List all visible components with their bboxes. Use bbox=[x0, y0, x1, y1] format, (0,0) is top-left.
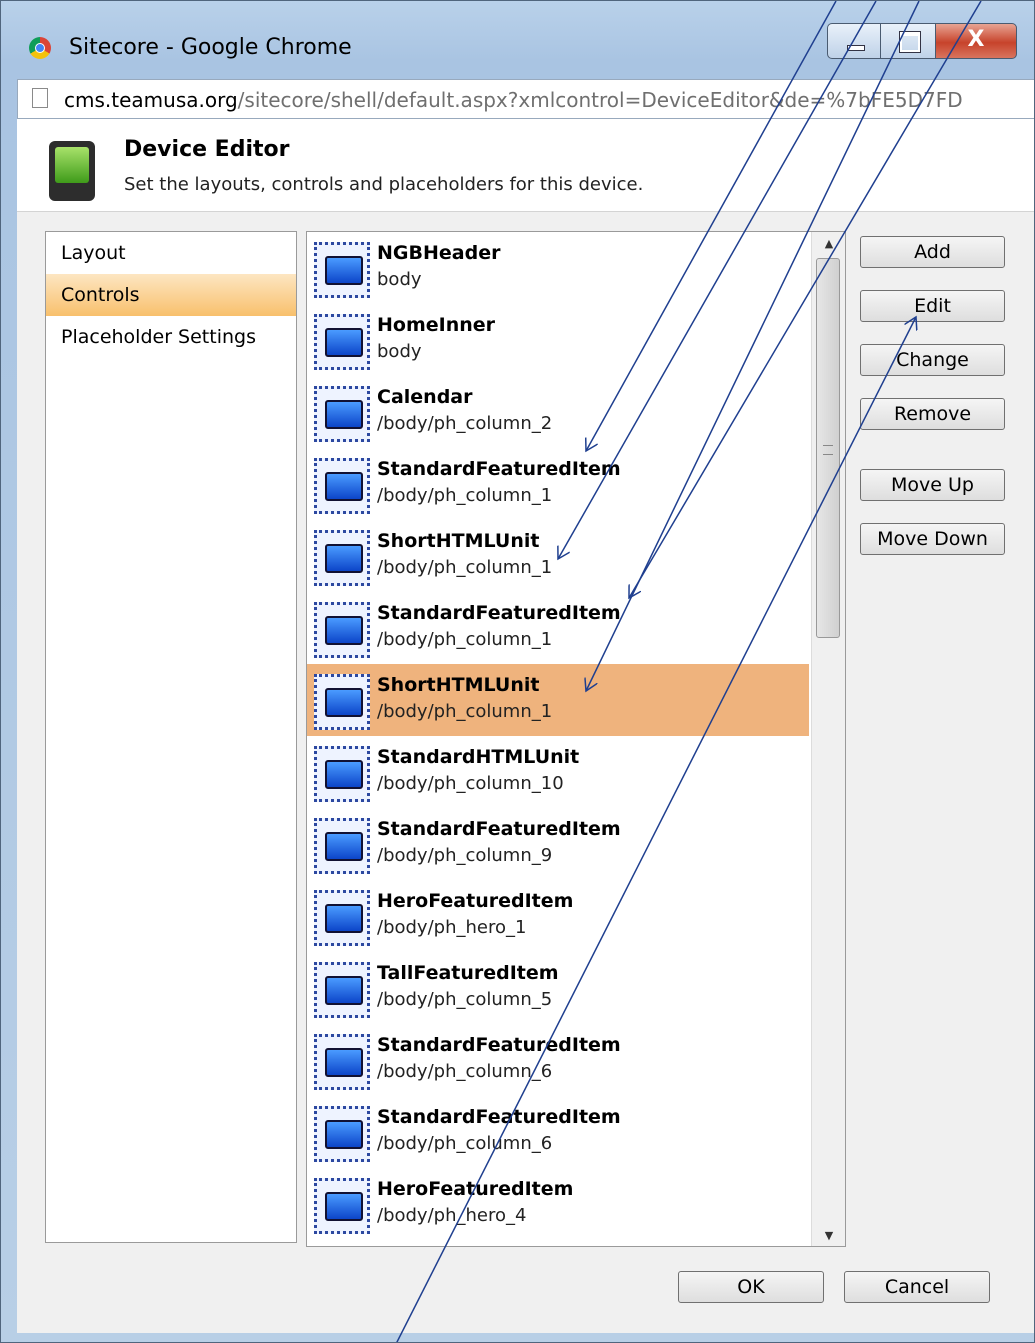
control-name: ShortHTMLUnit bbox=[377, 530, 540, 552]
rendering-icon bbox=[314, 530, 370, 586]
control-row[interactable]: StandardFeaturedItem/body/ph_column_1 bbox=[307, 448, 809, 520]
control-placeholder: /body/ph_column_1 bbox=[377, 557, 553, 578]
control-name: HeroFeaturedItem bbox=[377, 890, 574, 912]
scroll-thumb[interactable] bbox=[816, 258, 840, 638]
add-button[interactable]: Add bbox=[860, 236, 1005, 268]
left-nav: Layout Controls Placeholder Settings bbox=[45, 231, 297, 1243]
url-text[interactable]: cms.teamusa.org/sitecore/shell/default.a… bbox=[64, 88, 963, 112]
cancel-button[interactable]: Cancel bbox=[844, 1271, 990, 1303]
minimize-button[interactable] bbox=[827, 23, 881, 59]
rendering-icon bbox=[314, 674, 370, 730]
control-placeholder: /body/ph_column_5 bbox=[377, 989, 553, 1010]
rendering-icon bbox=[314, 1178, 370, 1234]
remove-button[interactable]: Remove bbox=[860, 398, 1005, 430]
control-row[interactable]: Calendar/body/ph_column_2 bbox=[307, 376, 809, 448]
control-placeholder: /body/ph_column_9 bbox=[377, 845, 553, 866]
scroll-up-arrow-icon[interactable]: ▲ bbox=[812, 232, 845, 256]
browser-window: Sitecore - Google Chrome X cms.teamusa.o… bbox=[0, 0, 1035, 1343]
control-row[interactable]: ShortHTMLUnit/body/ph_column_1 bbox=[307, 520, 809, 592]
control-placeholder: /body/ph_hero_1 bbox=[377, 917, 527, 938]
change-button[interactable]: Change bbox=[860, 344, 1005, 376]
control-row[interactable]: HeroFeaturedItem/body/ph_hero_4 bbox=[307, 1168, 809, 1240]
rendering-icon bbox=[314, 602, 370, 658]
control-name: StandardFeaturedItem bbox=[377, 1034, 621, 1056]
control-row[interactable]: StandardHTMLUnit/body/ph_column_10 bbox=[307, 736, 809, 808]
vertical-scrollbar[interactable]: ▲ ▼ bbox=[811, 232, 845, 1246]
nav-item-controls[interactable]: Controls bbox=[46, 274, 296, 316]
page-icon bbox=[32, 88, 48, 108]
move-down-button[interactable]: Move Down bbox=[860, 523, 1005, 555]
rendering-icon bbox=[314, 242, 370, 298]
control-name: ShortHTMLUnit bbox=[377, 674, 540, 696]
control-name: NGBHeader bbox=[377, 242, 501, 264]
control-placeholder: /body/ph_column_1 bbox=[377, 485, 553, 506]
dialog-title: Device Editor bbox=[124, 137, 290, 162]
control-name: StandardFeaturedItem bbox=[377, 818, 621, 840]
controls-list: NGBHeader body HomeInner body Calendar/body/… bbox=[306, 231, 846, 1247]
control-row[interactable]: HeroFeaturedItem/body/ph_hero_1 bbox=[307, 880, 809, 952]
ok-button[interactable]: OK bbox=[678, 1271, 824, 1303]
dialog-header: Device Editor Set the layouts, controls … bbox=[17, 119, 1034, 212]
device-icon bbox=[49, 141, 95, 201]
control-placeholder: /body/ph_column_6 bbox=[377, 1061, 553, 1082]
maximize-button[interactable] bbox=[880, 23, 936, 59]
rendering-icon bbox=[314, 746, 370, 802]
chrome-logo-icon bbox=[29, 37, 51, 59]
control-name: HeroFeaturedItem bbox=[377, 1178, 574, 1200]
control-name: StandardFeaturedItem bbox=[377, 458, 621, 480]
scroll-grip-icon bbox=[823, 445, 833, 455]
url-path: /sitecore/shell/default.aspx?xmlcontrol=… bbox=[237, 88, 963, 112]
control-placeholder: /body/ph_column_6 bbox=[377, 1133, 553, 1154]
control-name: HomeInner bbox=[377, 314, 496, 336]
control-placeholder: /body/ph_column_10 bbox=[377, 773, 564, 794]
maximize-icon bbox=[899, 31, 921, 53]
rendering-icon bbox=[314, 890, 370, 946]
window-title: Sitecore - Google Chrome bbox=[69, 35, 352, 60]
nav-item-placeholder-settings[interactable]: Placeholder Settings bbox=[46, 316, 296, 358]
control-placeholder: /body/ph_column_2 bbox=[377, 413, 553, 434]
control-row[interactable]: StandardFeaturedItem/body/ph_column_6 bbox=[307, 1024, 809, 1096]
move-up-button[interactable]: Move Up bbox=[860, 469, 1005, 501]
close-icon: X bbox=[967, 27, 985, 52]
control-row[interactable]: StandardFeaturedItem/body/ph_column_6 bbox=[307, 1096, 809, 1168]
rendering-icon bbox=[314, 386, 370, 442]
control-row[interactable]: TallFeaturedItem/body/ph_column_5 bbox=[307, 952, 809, 1024]
close-button[interactable]: X bbox=[935, 23, 1017, 59]
control-name: StandardFeaturedItem bbox=[377, 602, 621, 624]
rendering-icon bbox=[314, 458, 370, 514]
title-bar[interactable]: Sitecore - Google Chrome X bbox=[1, 1, 1034, 75]
control-name: StandardHTMLUnit bbox=[377, 746, 580, 768]
nav-item-layout[interactable]: Layout bbox=[46, 232, 296, 274]
control-placeholder: /body/ph_hero_4 bbox=[377, 1205, 527, 1226]
rendering-icon bbox=[314, 962, 370, 1018]
control-placeholder: /body/ph_column_1 bbox=[377, 629, 553, 650]
url-host: cms.teamusa.org bbox=[64, 88, 238, 112]
rendering-icon bbox=[314, 314, 370, 370]
dialog-content: Device Editor Set the layouts, controls … bbox=[17, 119, 1034, 1333]
control-row[interactable]: StandardFeaturedItem/body/ph_column_9 bbox=[307, 808, 809, 880]
rendering-icon bbox=[314, 1106, 370, 1162]
control-placeholder: body bbox=[377, 341, 422, 362]
control-placeholder: body bbox=[377, 269, 422, 290]
rendering-icon bbox=[314, 1034, 370, 1090]
address-bar[interactable]: cms.teamusa.org/sitecore/shell/default.a… bbox=[17, 79, 1034, 119]
control-placeholder: /body/ph_column_1 bbox=[377, 701, 553, 722]
dialog-subtitle: Set the layouts, controls and placeholde… bbox=[124, 174, 644, 195]
control-name: TallFeaturedItem bbox=[377, 962, 559, 984]
scroll-down-arrow-icon[interactable]: ▼ bbox=[812, 1224, 845, 1246]
control-row[interactable]: ShortHTMLUnit/body/ph_column_1 bbox=[307, 664, 809, 736]
control-name: StandardFeaturedItem bbox=[377, 1106, 621, 1128]
minimize-icon bbox=[847, 45, 865, 51]
control-row[interactable]: StandardFeaturedItem/body/ph_column_1 bbox=[307, 592, 809, 664]
rendering-icon bbox=[314, 818, 370, 874]
control-row[interactable]: HomeInner body bbox=[307, 304, 809, 376]
control-row[interactable]: NGBHeader body bbox=[307, 232, 809, 304]
edit-button[interactable]: Edit bbox=[860, 290, 1005, 322]
control-name: Calendar bbox=[377, 386, 473, 408]
